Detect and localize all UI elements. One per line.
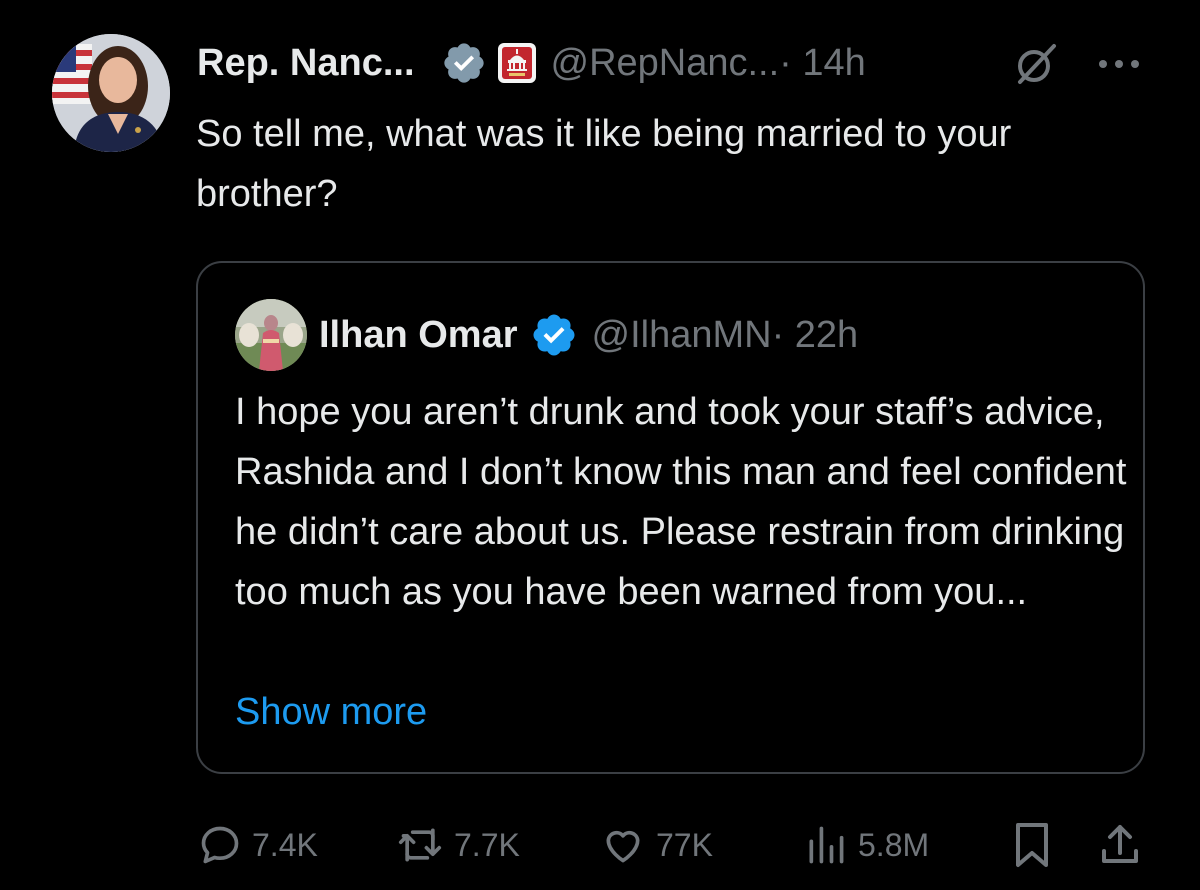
quoted-author-avatar[interactable] (235, 299, 307, 371)
bookmark-button[interactable] (1012, 818, 1052, 872)
like-button[interactable]: 77K (600, 818, 713, 872)
reply-icon (201, 826, 239, 864)
quoted-author-avatar-photo (235, 299, 307, 371)
tweet-text: So tell me, what was it like being marri… (196, 113, 1012, 215)
share-button[interactable] (1098, 818, 1142, 872)
heart-icon (606, 830, 640, 863)
quoted-tweet-timestamp[interactable]: · 22h (772, 314, 859, 357)
reply-button[interactable]: 7.4K (198, 818, 318, 872)
quoted-tweet-text: I hope you aren’t drunk and took your st… (235, 391, 1127, 613)
repost-button[interactable]: 7.7K (396, 818, 520, 872)
tweet-timestamp[interactable]: · 14h (779, 42, 866, 85)
repost-count: 7.7K (454, 826, 520, 863)
views-icon (809, 826, 844, 864)
verified-badge-icon[interactable] (441, 40, 487, 86)
verified-badge-icon[interactable] (530, 311, 578, 359)
grok-icon[interactable] (1012, 40, 1060, 88)
author-name[interactable]: Rep. Nanc... (197, 42, 415, 85)
share-icon (1102, 825, 1138, 863)
quoted-author-name[interactable]: Ilhan Omar (319, 314, 518, 357)
quoted-tweet-card[interactable]: Ilhan Omar @IlhanMN · 22h I hope you are… (196, 261, 1145, 774)
like-count: 77K (656, 826, 713, 863)
bookmark-icon (1016, 823, 1048, 867)
author-handle[interactable]: @RepNanc... (551, 42, 780, 85)
author-avatar-photo (52, 34, 170, 152)
gop-capitol-affiliate-icon[interactable] (497, 42, 537, 84)
tweet-header: Rep. Nanc... @RepNanc... · 14h (197, 34, 866, 92)
views-button[interactable]: 5.8M (804, 818, 929, 872)
views-count: 5.8M (858, 826, 930, 863)
quoted-author-handle[interactable]: @IlhanMN (592, 314, 772, 357)
author-avatar[interactable] (52, 34, 170, 152)
repost-icon (398, 828, 442, 862)
reply-count: 7.4K (252, 826, 318, 863)
quoted-tweet-header: Ilhan Omar @IlhanMN · 22h (319, 303, 858, 367)
show-more-link[interactable]: Show more (235, 682, 427, 742)
more-dots-icon[interactable] (1096, 54, 1142, 74)
